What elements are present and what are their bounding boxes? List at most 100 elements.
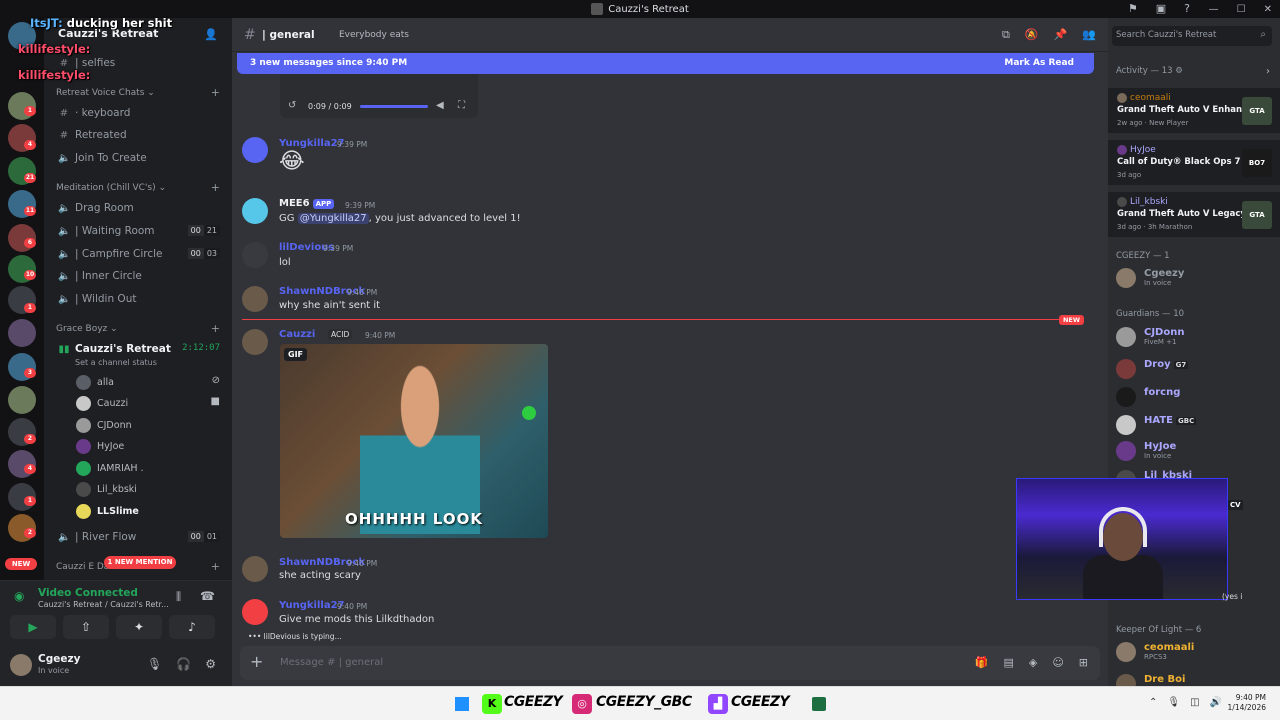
gif-attachment[interactable]: GIF OHHHHH LOOK <box>280 344 548 538</box>
channel-drag-room[interactable]: 🔈 Drag Room <box>58 202 134 214</box>
voice-user[interactable]: IAMRIAH . <box>76 461 144 476</box>
invite-icon[interactable]: 👤 <box>204 28 218 41</box>
members-icon[interactable]: 👥 <box>1082 28 1096 42</box>
server-icon[interactable] <box>8 386 36 414</box>
message-author[interactable]: Cauzzi <box>279 329 315 340</box>
add-channel-icon[interactable]: + <box>211 181 220 194</box>
video-attachment[interactable]: ↺ 0:09 / 0:09 ◀ ⛶ <box>280 74 478 118</box>
voice-user[interactable]: Cauzzi <box>76 396 128 411</box>
add-channel-icon[interactable]: + <box>211 86 220 99</box>
chevron-up-icon[interactable]: ⌃ <box>1149 697 1157 708</box>
set-channel-status[interactable]: Set a channel status <box>75 358 157 367</box>
wifi-icon[interactable]: ◫ <box>1190 697 1199 708</box>
new-servers-pill[interactable]: NEW <box>5 558 37 570</box>
channel-wildin-out[interactable]: 🔈 | Wildin Out <box>58 293 136 305</box>
emoji-icon[interactable]: ☺ <box>1052 656 1063 669</box>
inbox-icon[interactable]: ⚑ <box>1128 2 1138 15</box>
channel-cauzzis-retreat[interactable]: ▮▮ Cauzzi's Retreat <box>58 343 170 355</box>
mic-tray-icon[interactable]: 🎙 <box>1167 697 1180 708</box>
apps-icon[interactable]: ⊞ <box>1079 656 1088 669</box>
channel-join-to-create[interactable]: 🔈 Join To Create <box>58 152 147 164</box>
noise-suppression-icon[interactable]: ⫼ <box>176 590 181 604</box>
gif-icon[interactable]: ▤ <box>1003 656 1013 669</box>
avatar[interactable] <box>242 329 268 355</box>
gift-icon[interactable]: 🎁 <box>975 656 989 669</box>
volume-icon[interactable]: 🔊 <box>1210 697 1222 708</box>
headphones-icon[interactable]: 🎧 <box>176 657 191 671</box>
replay-icon[interactable]: ↺ <box>288 100 296 111</box>
close-button[interactable]: ✕ <box>1264 4 1272 15</box>
category-meditation[interactable]: Meditation (Chill VC's) ⌄ <box>56 183 166 193</box>
windows-start-icon[interactable] <box>455 697 469 711</box>
avatar[interactable] <box>242 599 268 625</box>
voice-user[interactable]: Lil_kbski <box>76 482 137 497</box>
channel-retreated[interactable]: # Retreated <box>58 129 127 141</box>
avatar[interactable] <box>242 286 268 312</box>
screen-share-button[interactable]: ⇧ <box>63 615 109 639</box>
threads-icon[interactable]: ⧉ <box>1002 28 1010 42</box>
activity-card[interactable]: ceomaali Grand Theft Auto V Enhan... 2w … <box>1108 88 1280 134</box>
pin-icon[interactable]: 📌 <box>1054 28 1068 42</box>
soundboard-button[interactable]: ♪ <box>169 615 215 639</box>
voice-user[interactable]: alla <box>76 375 114 390</box>
avatar[interactable] <box>242 556 268 582</box>
notification-icon[interactable]: 🔕 <box>1025 28 1039 42</box>
avatar[interactable] <box>242 137 268 163</box>
gear-icon[interactable]: ⚙ <box>205 657 216 671</box>
signal-icon[interactable]: ◉ <box>14 589 24 603</box>
activity-card[interactable]: HyJoe Call of Duty® Black Ops 7 3d ago B… <box>1108 140 1280 186</box>
category-voice-chats[interactable]: Retreat Voice Chats ⌄ <box>56 88 155 98</box>
member-item[interactable]: HATE GBC <box>1116 415 1197 435</box>
member-item[interactable]: Droy G7 <box>1116 359 1189 379</box>
channel-keyboard[interactable]: # · keyboard <box>58 107 131 119</box>
microphone-icon[interactable]: 🎙 <box>147 657 162 671</box>
voice-user[interactable]: CJDonn <box>76 418 132 433</box>
channel-river-flow[interactable]: 🔈 | River Flow <box>58 531 136 543</box>
clock[interactable]: 9:40 PM 1/14/2026 <box>1228 693 1266 713</box>
excel-icon[interactable] <box>812 697 826 711</box>
add-channel-icon[interactable]: + <box>211 560 220 573</box>
video-progress[interactable] <box>360 105 428 108</box>
minimize-button[interactable]: — <box>1209 4 1219 15</box>
category-grace-boyz[interactable]: Grace Boyz ⌄ <box>56 324 118 334</box>
member-item[interactable]: Cgeezy In voice <box>1116 268 1184 288</box>
fullscreen-icon[interactable]: ⛶ <box>458 100 465 111</box>
avatar[interactable] <box>242 242 268 268</box>
attach-plus-icon[interactable]: + <box>250 652 263 671</box>
username[interactable]: Cgeezy <box>38 653 80 665</box>
maximize-button[interactable]: ☐ <box>1237 4 1246 15</box>
channel-inner-circle[interactable]: 🔈 | Inner Circle <box>58 270 142 282</box>
add-channel-icon[interactable]: + <box>211 322 220 335</box>
volume-icon[interactable]: ◀ <box>436 100 444 111</box>
camera-button[interactable]: ▶ <box>10 615 56 639</box>
member-item[interactable]: CJDonn FiveM +1 <box>1116 327 1184 347</box>
voice-status-title[interactable]: Video Connected <box>38 587 138 599</box>
sticker-icon[interactable]: ◈ <box>1029 656 1037 669</box>
member-item[interactable]: forcng <box>1116 387 1180 407</box>
category-cauzzi[interactable]: Cauzzi E Da <box>56 562 109 572</box>
user-mention[interactable]: @Yungkilla27 <box>297 213 369 224</box>
channel-campfire-circle[interactable]: 🔈 | Campfire Circle <box>58 248 163 260</box>
search-input[interactable]: Search Cauzzi's Retreat ⌕ <box>1112 26 1272 46</box>
avatar[interactable] <box>242 198 268 224</box>
message-input[interactable]: Message # | general <box>280 657 383 668</box>
member-item[interactable]: ceomaali RPCS3 <box>1116 642 1194 662</box>
mark-as-read-button[interactable]: Mark As Read <box>1004 58 1074 68</box>
avatar[interactable] <box>10 654 32 676</box>
member-item[interactable]: HyJoe In voice <box>1116 441 1176 461</box>
voice-user[interactable]: LLSlime <box>76 504 139 519</box>
channel-topic[interactable]: Everybody eats <box>339 30 409 40</box>
activities-button[interactable]: ✦ <box>116 615 162 639</box>
activity-card[interactable]: Lil_kbski Grand Theft Auto V Legacy 3d a… <box>1108 192 1280 238</box>
voice-user[interactable]: HyJoe <box>76 439 124 454</box>
screen-icon[interactable]: ▣ <box>1156 2 1166 15</box>
server-icon[interactable] <box>8 319 36 347</box>
disconnect-icon[interactable]: ☎ <box>200 589 215 603</box>
message-author[interactable]: MEE6 APP <box>279 198 335 209</box>
channel-waiting-room[interactable]: 🔈 | Waiting Room <box>58 225 155 237</box>
new-mention-pill[interactable]: 1 NEW MENTION <box>104 556 176 569</box>
message-author[interactable]: Yungkilla27 <box>279 138 345 149</box>
chevron-right-icon[interactable]: › <box>1266 66 1270 77</box>
message-author[interactable]: Yungkilla27 <box>279 600 345 611</box>
help-icon[interactable]: ? <box>1184 2 1190 15</box>
